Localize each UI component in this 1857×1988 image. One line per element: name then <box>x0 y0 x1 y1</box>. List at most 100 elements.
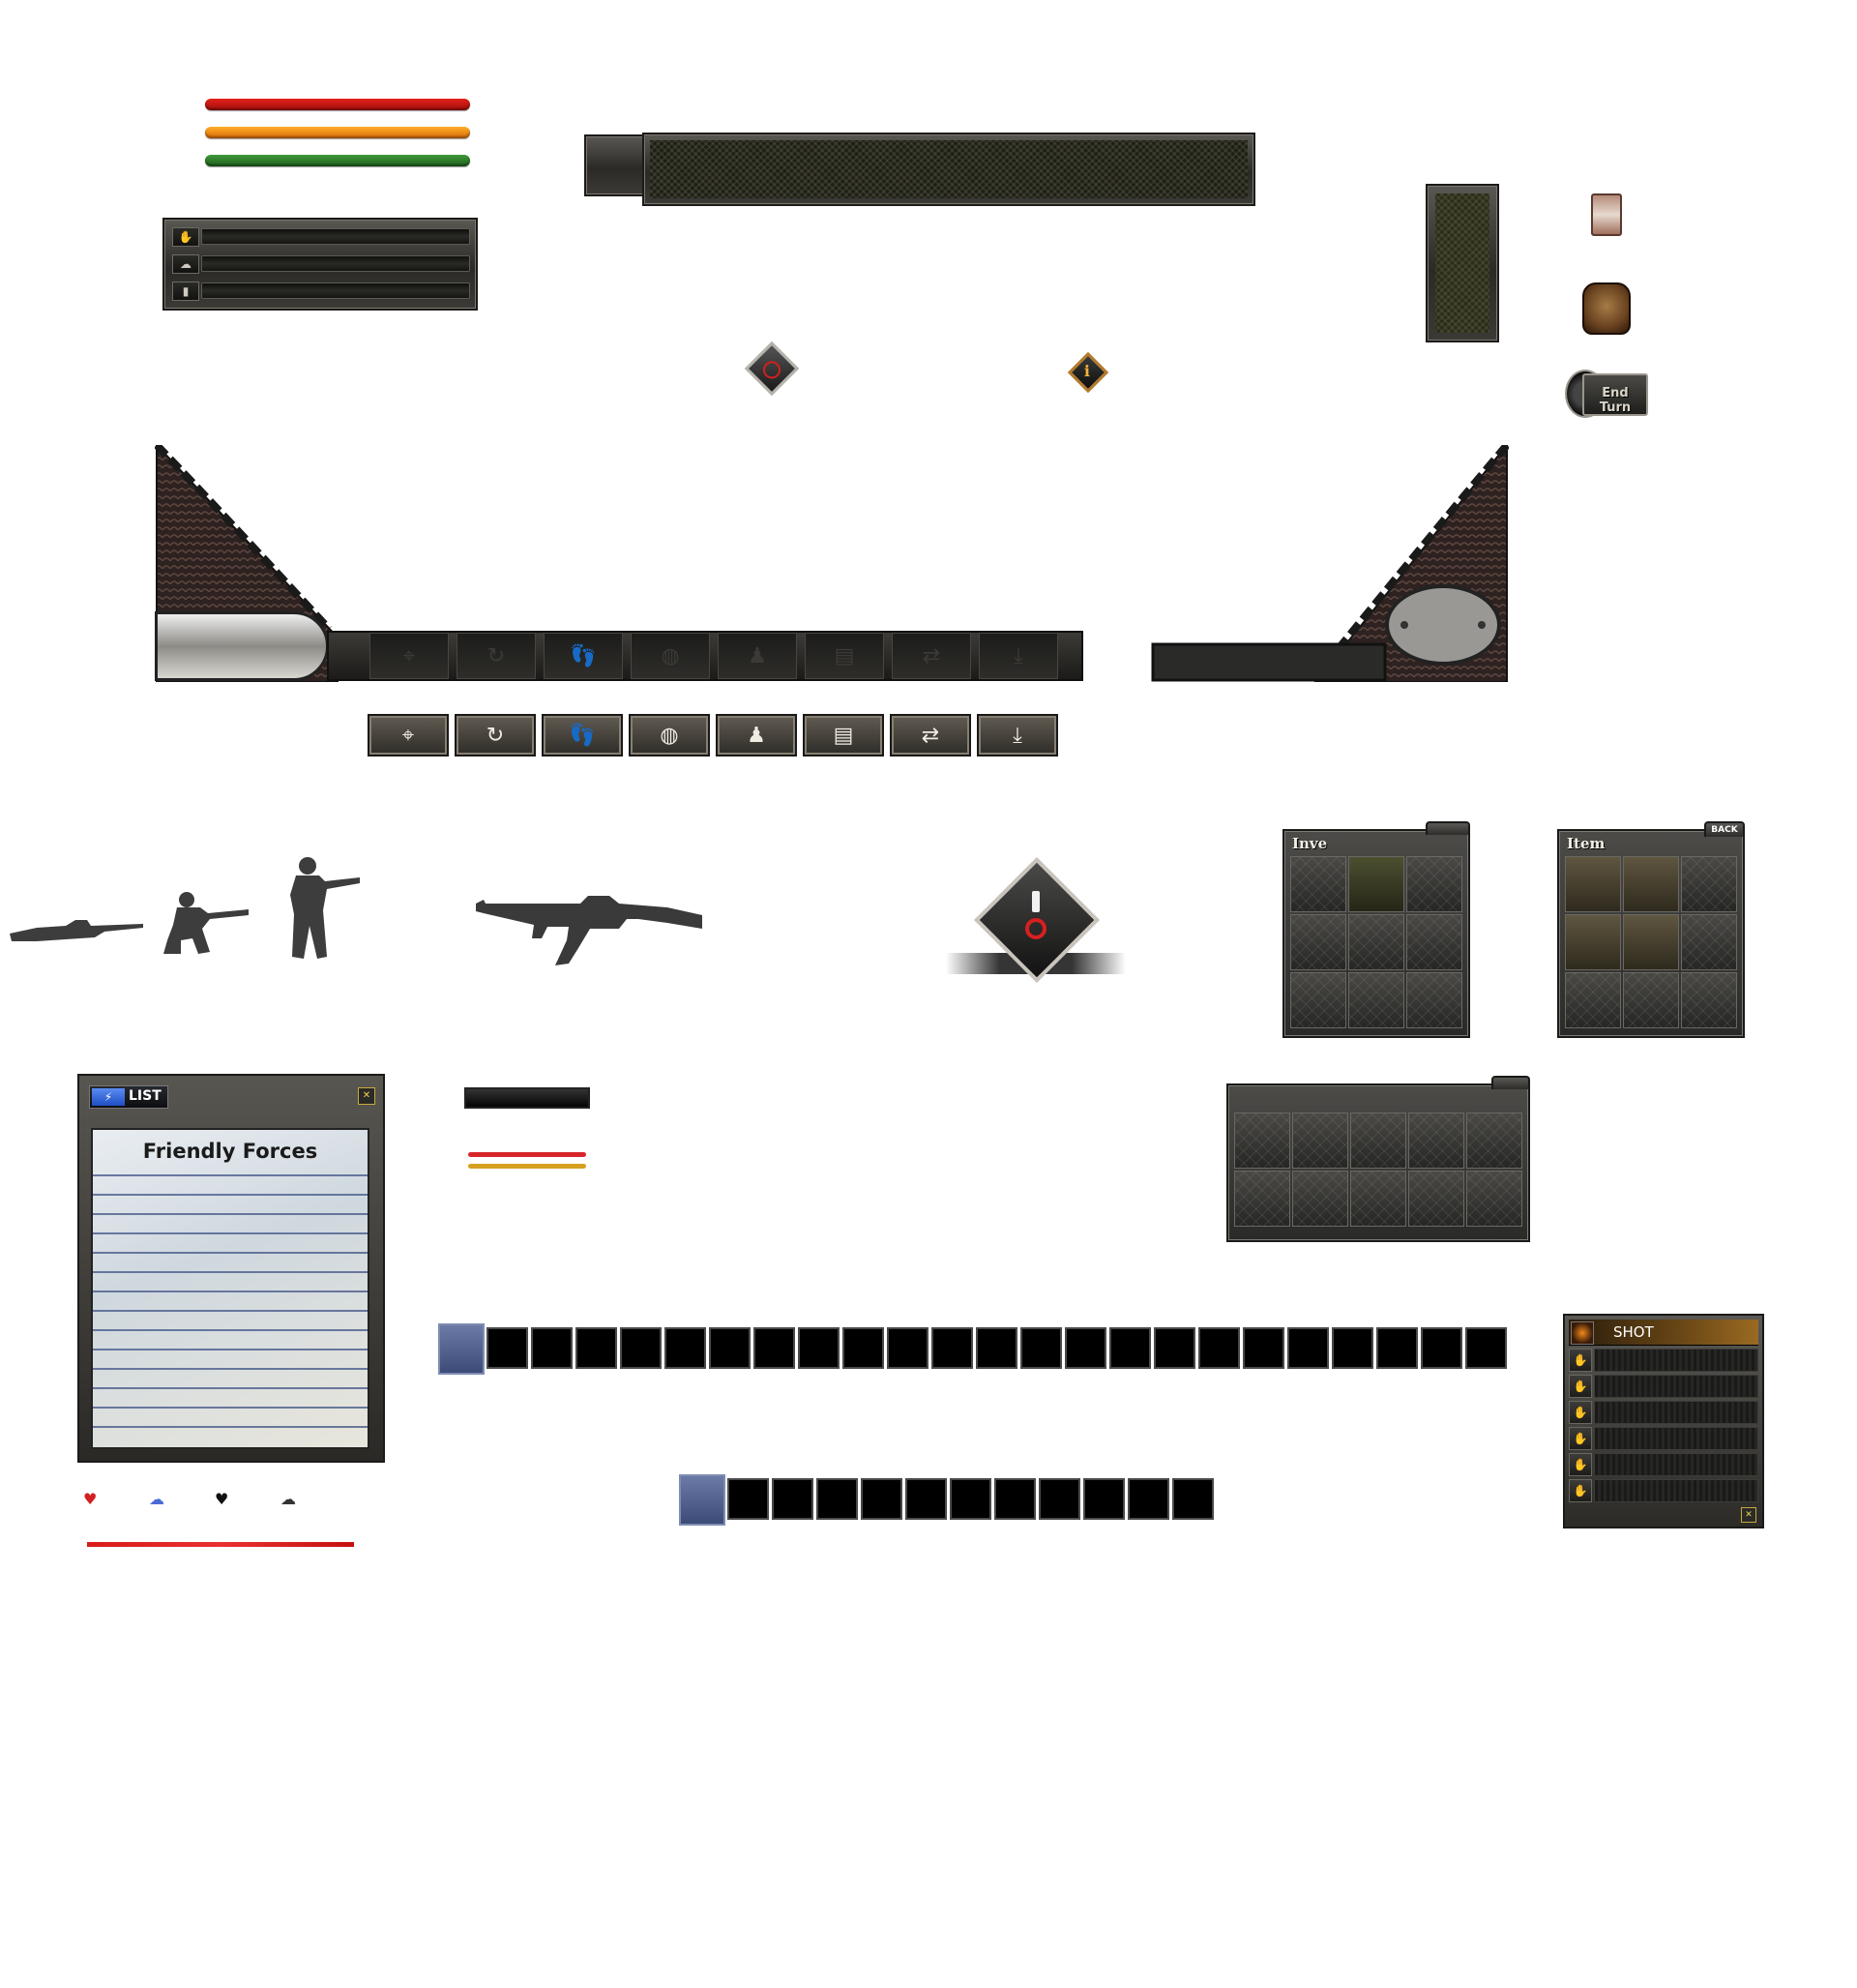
parachute-icon[interactable]: ⤓ <box>979 633 1058 679</box>
inventory-slot[interactable] <box>1623 972 1679 1028</box>
turn-button[interactable]: ↻ <box>455 714 536 757</box>
list-row[interactable] <box>93 1329 368 1331</box>
quick-slot[interactable] <box>727 1478 769 1520</box>
equipment-slot[interactable] <box>1408 1171 1464 1227</box>
kneel-shoot-icon[interactable]: ♟ <box>718 633 797 679</box>
quick-slot[interactable] <box>1172 1478 1214 1520</box>
back-tab[interactable]: BACK <box>1704 821 1745 837</box>
kneel-button[interactable]: ♟ <box>716 714 797 757</box>
inventory-slot[interactable] <box>1406 856 1462 912</box>
shot-row[interactable]: ✋ <box>1569 1375 1758 1398</box>
inventory-button[interactable]: ◍ <box>629 714 710 757</box>
quick-slot[interactable] <box>1128 1478 1169 1520</box>
end-turn-button[interactable]: End Turn <box>1565 370 1648 418</box>
equipment-slot[interactable] <box>1292 1113 1348 1169</box>
aim-button[interactable]: ⌖ <box>368 714 449 757</box>
close-icon[interactable]: ✕ <box>1741 1507 1756 1523</box>
list-row[interactable] <box>93 1310 368 1312</box>
equipment-slot[interactable] <box>1234 1113 1290 1169</box>
equipment-slot[interactable] <box>1350 1113 1406 1169</box>
inventory-slot[interactable] <box>1623 856 1679 912</box>
quick-slot-selected[interactable] <box>679 1474 725 1526</box>
quick-slot[interactable] <box>994 1478 1036 1520</box>
footsteps-icon[interactable]: 👣 <box>544 633 623 679</box>
inventory-slot[interactable] <box>1290 856 1346 912</box>
quick-slot[interactable] <box>1154 1327 1195 1369</box>
shot-row[interactable]: ✋ <box>1569 1427 1758 1450</box>
prone-soldier-icon[interactable] <box>8 905 148 948</box>
quick-slot[interactable] <box>1465 1327 1507 1369</box>
backpack-icon[interactable] <box>1582 282 1631 335</box>
supplies-button[interactable]: ▤ <box>803 714 884 757</box>
list-row[interactable] <box>93 1291 368 1292</box>
rotate-icon[interactable]: ↻ <box>457 633 536 679</box>
equipment-slot[interactable] <box>1466 1113 1522 1169</box>
standing-soldier-icon[interactable] <box>280 856 363 963</box>
inventory-slot[interactable] <box>1623 914 1679 970</box>
quick-slot[interactable] <box>772 1478 813 1520</box>
inventory-slot[interactable] <box>1290 914 1346 970</box>
quick-slot[interactable] <box>950 1478 991 1520</box>
quick-slot[interactable] <box>575 1327 617 1369</box>
quick-slot[interactable] <box>709 1327 751 1369</box>
swap-icon[interactable]: ⇄ <box>892 633 971 679</box>
crosshair-icon[interactable]: ⌖ <box>369 633 449 679</box>
inventory-slot[interactable] <box>1290 972 1346 1028</box>
quick-slot[interactable] <box>1020 1327 1062 1369</box>
quick-slot[interactable] <box>1287 1327 1329 1369</box>
list-row[interactable] <box>93 1407 368 1409</box>
quick-slot[interactable] <box>1039 1478 1080 1520</box>
shot-row[interactable]: ✋ <box>1569 1401 1758 1424</box>
inventory-slot[interactable] <box>1348 972 1404 1028</box>
quick-slot[interactable] <box>531 1327 573 1369</box>
alert-diamond[interactable] <box>946 856 1126 990</box>
backpack-icon[interactable]: ◍ <box>631 633 710 679</box>
quick-slot-selected[interactable] <box>438 1323 485 1375</box>
list-row[interactable] <box>93 1252 368 1254</box>
quick-slot[interactable] <box>905 1478 947 1520</box>
list-row[interactable] <box>93 1368 368 1370</box>
shot-row[interactable]: ✋ <box>1569 1453 1758 1476</box>
quick-slot[interactable] <box>1198 1327 1240 1369</box>
quick-slot[interactable] <box>1065 1327 1106 1369</box>
quick-slot[interactable] <box>861 1478 902 1520</box>
inventory-slot[interactable] <box>1565 856 1621 912</box>
quick-slot[interactable] <box>798 1327 840 1369</box>
quick-slot[interactable] <box>1083 1478 1125 1520</box>
equipment-slot[interactable] <box>1234 1171 1290 1227</box>
quick-slot[interactable] <box>1421 1327 1462 1369</box>
info-icon[interactable]: i <box>1067 351 1109 394</box>
list-row[interactable] <box>93 1232 368 1234</box>
quick-slot[interactable] <box>816 1478 858 1520</box>
quick-slot[interactable] <box>842 1327 884 1369</box>
quick-slot[interactable] <box>1376 1327 1418 1369</box>
inventory-slot[interactable] <box>1681 972 1737 1028</box>
shot-row[interactable]: ✋ <box>1569 1479 1758 1502</box>
quick-slot[interactable] <box>486 1327 528 1369</box>
quick-slot[interactable] <box>664 1327 706 1369</box>
inventory-slot[interactable] <box>1406 972 1462 1028</box>
quick-slot[interactable] <box>1332 1327 1373 1369</box>
move-button[interactable]: 👣 <box>542 714 623 757</box>
quick-slot[interactable] <box>931 1327 973 1369</box>
list-row[interactable] <box>93 1271 368 1273</box>
kneeling-soldier-icon[interactable] <box>160 890 251 958</box>
rifle-icon[interactable] <box>474 890 706 972</box>
quick-slot[interactable] <box>1243 1327 1284 1369</box>
list-row[interactable] <box>93 1349 368 1350</box>
equipment-slot[interactable] <box>1466 1171 1522 1227</box>
eye-alert-icon[interactable] <box>744 341 800 397</box>
quick-slot[interactable] <box>1109 1327 1151 1369</box>
card-icon[interactable] <box>1591 193 1622 236</box>
close-icon[interactable]: ✕ <box>358 1087 375 1105</box>
inventory-slot[interactable] <box>1681 856 1737 912</box>
equipment-slot[interactable] <box>1408 1113 1464 1169</box>
drop-button[interactable]: ⤓ <box>977 714 1058 757</box>
quick-slot[interactable] <box>753 1327 795 1369</box>
list-row[interactable] <box>93 1426 368 1428</box>
inventory-slot[interactable] <box>1406 914 1462 970</box>
list-row[interactable] <box>93 1194 368 1196</box>
inventory-slot[interactable] <box>1348 914 1404 970</box>
list-row[interactable] <box>93 1213 368 1215</box>
inventory-slot[interactable] <box>1681 914 1737 970</box>
